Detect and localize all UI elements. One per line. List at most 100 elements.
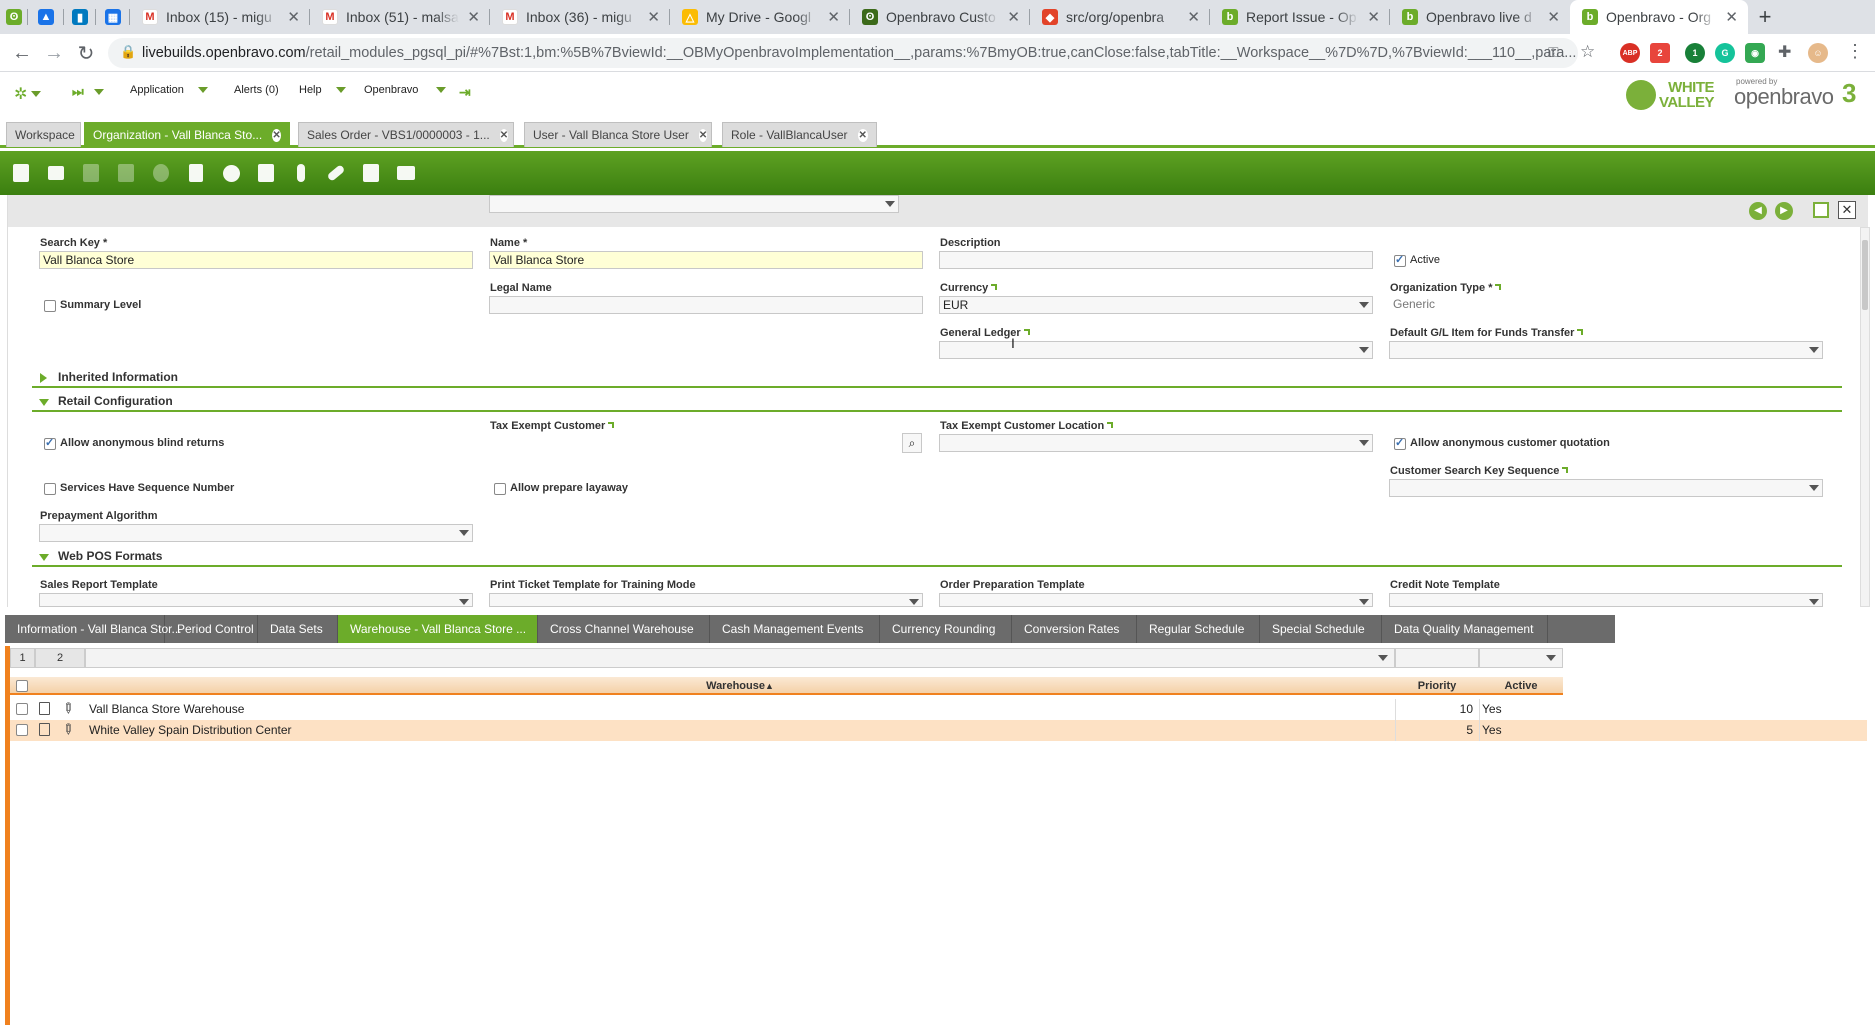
save-close-button[interactable]	[113, 160, 139, 186]
new-row-button[interactable]	[43, 160, 69, 186]
priority-filter[interactable]	[1395, 648, 1479, 668]
retail-configuration-section[interactable]: Retail Configuration	[32, 392, 1842, 412]
allow-blind-returns-checkbox[interactable]	[44, 436, 56, 450]
link-arrow-icon[interactable]	[1577, 329, 1584, 335]
tab-sales-order[interactable]: Sales Order - VBS1/0000003 - 1... ✕	[298, 122, 514, 147]
summary-level-checkbox[interactable]	[44, 300, 56, 312]
close-icon[interactable]: ✕	[1367, 8, 1380, 26]
tab-period-control[interactable]: Period Control	[165, 615, 258, 643]
web-pos-formats-section[interactable]: Web POS Formats	[32, 547, 1842, 567]
browser-tab-gmail-3[interactable]: M Inbox (36) - migu ✕	[490, 0, 670, 34]
default-gl-select[interactable]	[1389, 341, 1823, 359]
export-button[interactable]	[253, 160, 279, 186]
browser-tab-openbravo-custom[interactable]: ʘ Openbravo Custo ✕	[850, 0, 1030, 34]
application-menu[interactable]: Application	[130, 84, 208, 96]
browser-tab-pinned-4[interactable]: ▦	[96, 0, 130, 34]
edit-pencil-icon[interactable]: ✎	[58, 698, 78, 718]
undo-button[interactable]	[148, 160, 174, 186]
order-prep-select[interactable]	[939, 593, 1373, 607]
next-record-icon[interactable]: ▶	[1775, 202, 1793, 220]
quick-launch-menu[interactable]: ⏭	[72, 84, 104, 100]
allow-quotation-checkbox[interactable]	[1394, 436, 1406, 450]
star-icon[interactable]: ☆	[1580, 42, 1595, 62]
reload-icon[interactable]: ↻	[72, 39, 100, 67]
delete-button[interactable]	[183, 160, 209, 186]
back-arrow-icon[interactable]: ←	[8, 39, 36, 67]
grammarly-icon[interactable]: G	[1715, 43, 1735, 63]
close-form-icon[interactable]: ✕	[1838, 201, 1856, 219]
browser-tab-report-issue[interactable]: b Report Issue - Op ✕	[1210, 0, 1390, 34]
link-button[interactable]	[323, 160, 349, 186]
general-ledger-select[interactable]	[939, 341, 1373, 359]
close-icon[interactable]: ✕	[827, 8, 840, 26]
tab-conversion-rates[interactable]: Conversion Rates	[1012, 615, 1137, 643]
chevron-down-icon[interactable]	[1546, 655, 1556, 661]
customer-seq-select[interactable]	[1389, 479, 1823, 497]
tab-data-quality-management[interactable]: Data Quality Management	[1382, 615, 1548, 643]
new-document-button[interactable]	[8, 160, 34, 186]
browser-tab-pinned-3[interactable]: ▮	[64, 0, 96, 34]
tab-cross-channel-warehouse[interactable]: Cross Channel Warehouse	[538, 615, 710, 643]
description-input[interactable]	[939, 251, 1373, 269]
active-column-header[interactable]: Active	[1479, 677, 1563, 695]
user-menu[interactable]: Openbravo	[364, 84, 447, 96]
link-arrow-icon[interactable]	[991, 284, 998, 290]
legal-name-input[interactable]	[489, 296, 923, 314]
tab-role[interactable]: Role - VallBlancaUser ✕	[722, 122, 877, 147]
tab-currency-rounding[interactable]: Currency Rounding	[880, 615, 1012, 643]
scrollbar-thumb[interactable]	[1862, 240, 1868, 310]
avatar[interactable]: ☺	[1808, 43, 1828, 63]
form-view-icon[interactable]	[39, 702, 50, 715]
puzzle-icon[interactable]: ✚	[1778, 42, 1791, 62]
browser-tab-drive[interactable]: △ My Drive - Googl ✕	[670, 0, 850, 34]
refresh-button[interactable]	[218, 160, 244, 186]
chevron-down-icon[interactable]	[459, 530, 469, 536]
maximize-icon[interactable]	[1813, 202, 1829, 218]
services-seq-checkbox[interactable]	[44, 483, 56, 495]
audit-button[interactable]	[358, 160, 384, 186]
tab-data-sets[interactable]: Data Sets	[258, 615, 338, 643]
chevron-down-icon[interactable]	[1809, 347, 1819, 353]
table-row[interactable]: ✎ Vall Blanca Store Warehouse 10 Yes	[10, 698, 1867, 720]
close-icon[interactable]: ✕	[287, 8, 300, 26]
close-icon[interactable]: ✕	[1187, 8, 1200, 26]
chevron-down-icon[interactable]	[909, 599, 919, 605]
close-icon[interactable]: ✕	[857, 128, 868, 142]
previous-record-icon[interactable]: ◀	[1749, 202, 1767, 220]
link-arrow-icon[interactable]	[1023, 329, 1030, 335]
form-scrollbar[interactable]	[1860, 227, 1870, 607]
quick-create-menu[interactable]: ✲	[14, 84, 42, 104]
tab-organization[interactable]: Organization - Vall Blanca Sto... ✕	[84, 122, 290, 147]
link-arrow-icon[interactable]	[1562, 467, 1569, 473]
active-filter[interactable]	[1479, 648, 1563, 668]
adblock-icon[interactable]: ABP	[1620, 43, 1640, 63]
warehouse-column-header[interactable]: Warehouse▲	[85, 677, 1395, 695]
attach-button[interactable]	[288, 160, 314, 186]
priority-column-header[interactable]: Priority	[1395, 677, 1479, 695]
close-icon[interactable]: ✕	[1007, 8, 1020, 26]
print-layout-button[interactable]	[393, 160, 419, 186]
close-icon[interactable]: ✕	[1725, 8, 1738, 26]
tab-special-schedule[interactable]: Special Schedule	[1260, 615, 1382, 643]
tab-information[interactable]: Information - Vall Blanca Stor...	[5, 615, 182, 643]
tab-workspace[interactable]: Workspace	[6, 122, 81, 147]
browser-tab-active[interactable]: b Openbravo - Org ✕	[1570, 0, 1748, 34]
close-icon[interactable]: ✕	[272, 128, 281, 142]
allow-layaway-checkbox[interactable]	[494, 483, 506, 495]
prepayment-select[interactable]	[39, 524, 473, 542]
row-checkbox[interactable]	[16, 724, 28, 736]
tab-warehouse[interactable]: Warehouse - Vall Blanca Store ...	[338, 615, 538, 643]
link-arrow-icon[interactable]	[608, 422, 615, 428]
row-checkbox[interactable]	[16, 703, 28, 715]
browser-tab-gmail-2[interactable]: M Inbox (51) - malsa ✕	[310, 0, 490, 34]
close-icon[interactable]: ✕	[647, 8, 660, 26]
browser-tab-openbravo-live[interactable]: b Openbravo live d ✕	[1390, 0, 1570, 34]
name-input[interactable]: Vall Blanca Store	[489, 251, 923, 269]
credit-note-select[interactable]	[1389, 593, 1823, 607]
search-icon[interactable]: ⌕	[902, 433, 922, 453]
close-icon[interactable]: ✕	[698, 128, 708, 142]
link-arrow-icon[interactable]	[1107, 422, 1114, 428]
chevron-down-icon[interactable]	[1359, 347, 1369, 353]
close-icon[interactable]: ✕	[467, 8, 480, 26]
select-all-checkbox[interactable]	[16, 680, 28, 692]
